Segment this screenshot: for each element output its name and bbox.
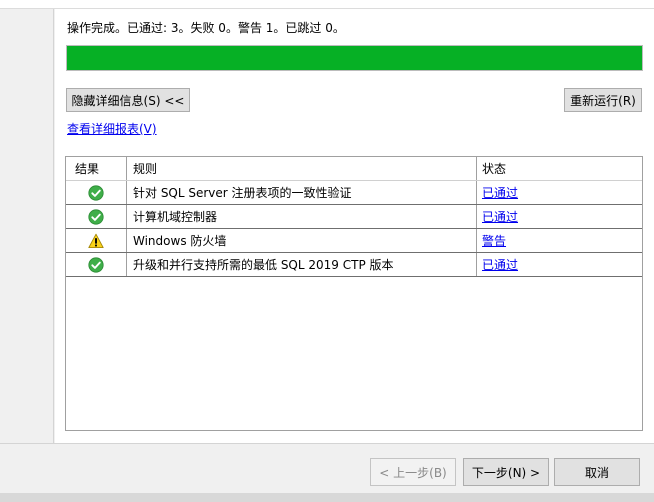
back-button[interactable]: < 上一步(B): [370, 458, 456, 486]
result-cell: [66, 205, 127, 228]
wizard-step-navigation: [0, 9, 54, 443]
status-cell: 警告: [477, 229, 642, 252]
column-header-status[interactable]: 状态: [477, 157, 642, 180]
result-cell: [66, 229, 127, 252]
status-link[interactable]: 已通过: [482, 184, 518, 201]
wizard-footer: < 上一步(B) 下一步(N) > 取消: [0, 443, 654, 493]
rerun-button[interactable]: 重新运行(R): [564, 88, 642, 112]
window-bottom-edge: [0, 493, 654, 502]
status-cell: 已通过: [477, 205, 642, 228]
check-icon: [88, 184, 104, 201]
warning-icon: [88, 233, 104, 248]
status-link[interactable]: 已通过: [482, 208, 518, 225]
rule-cell: 升级和并行支持所需的最低 SQL 2019 CTP 版本: [127, 253, 477, 276]
rule-cell: 针对 SQL Server 注册表项的一致性验证: [127, 181, 477, 204]
check-icon: [88, 208, 104, 225]
rules-check-panel: 操作完成。已通过: 3。失败 0。警告 1。已跳过 0。 隐藏详细信息(S) <…: [55, 9, 654, 443]
next-button[interactable]: 下一步(N) >: [463, 458, 549, 486]
operation-status-text: 操作完成。已通过: 3。失败 0。警告 1。已跳过 0。: [67, 21, 345, 35]
column-header-result[interactable]: 结果: [66, 157, 127, 180]
status-link[interactable]: 警告: [482, 232, 506, 249]
table-row[interactable]: Windows 防火墙 警告: [66, 229, 642, 253]
check-icon: [88, 256, 104, 273]
table-row[interactable]: 升级和并行支持所需的最低 SQL 2019 CTP 版本 已通过: [66, 253, 642, 277]
result-cell: [66, 181, 127, 204]
progress-bar-fill: [67, 46, 642, 70]
grid-header-row: 结果 规则 状态: [66, 157, 642, 181]
column-header-rule[interactable]: 规则: [127, 157, 477, 180]
result-cell: [66, 253, 127, 276]
status-link[interactable]: 已通过: [482, 256, 518, 273]
cancel-button[interactable]: 取消: [554, 458, 640, 486]
hide-details-button[interactable]: 隐藏详细信息(S) <<: [66, 88, 190, 112]
rule-cell: 计算机域控制器: [127, 205, 477, 228]
table-row[interactable]: 针对 SQL Server 注册表项的一致性验证 已通过: [66, 181, 642, 205]
view-detailed-report-link[interactable]: 查看详细报表(V): [67, 120, 157, 137]
progress-bar: [66, 45, 643, 71]
table-row[interactable]: 计算机域控制器 已通过: [66, 205, 642, 229]
rule-cell: Windows 防火墙: [127, 229, 477, 252]
rules-grid: 结果 规则 状态 针对 SQL Server 注册表项的一致性验证 已通过 计算…: [65, 156, 643, 431]
window-top-strip: [0, 0, 654, 9]
status-cell: 已通过: [477, 181, 642, 204]
status-cell: 已通过: [477, 253, 642, 276]
